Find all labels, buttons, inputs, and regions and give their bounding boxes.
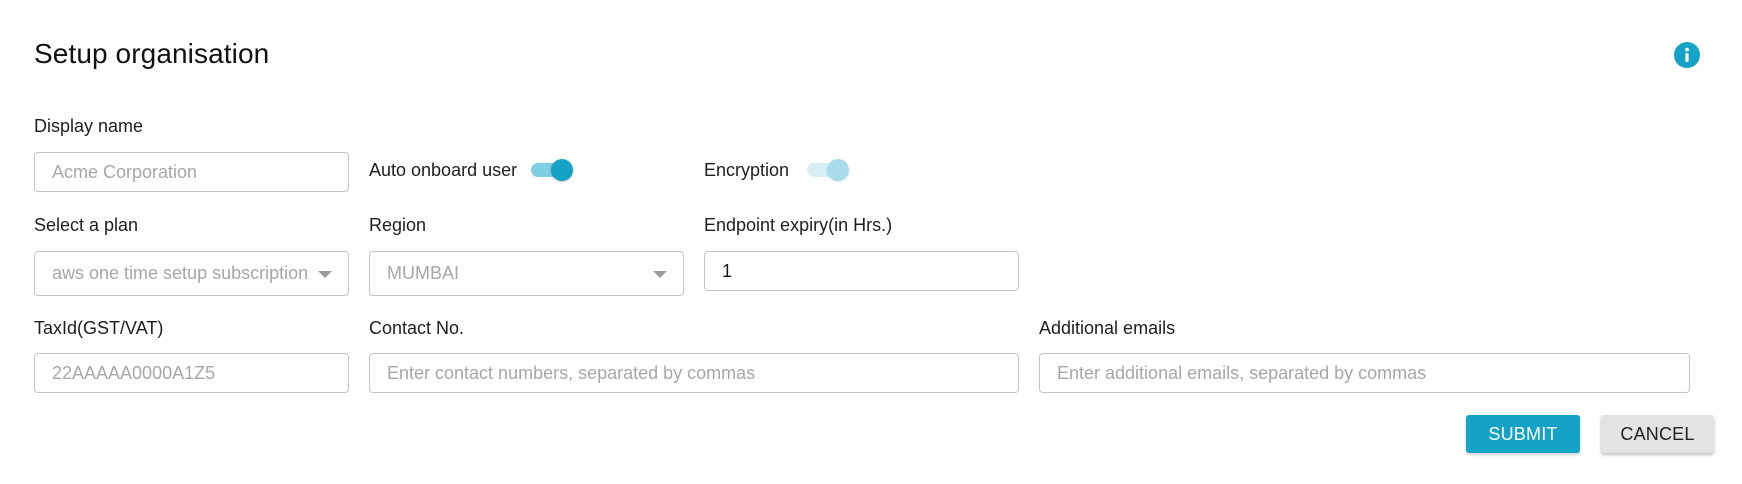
region-select[interactable]: MUMBAI [369, 251, 684, 296]
region-label: Region [369, 215, 427, 235]
submit-button[interactable]: SUBMIT [1466, 415, 1580, 453]
region-select-value: MUMBAI [387, 263, 459, 283]
plan-select-value: aws one time setup subscription [52, 263, 309, 283]
auto-onboard-toggle[interactable] [529, 158, 573, 182]
encryption-label: Encryption [704, 160, 790, 180]
endpoint-expiry-value: 1 [722, 260, 733, 281]
endpoint-expiry-label: Endpoint expiry(in Hrs.) [704, 215, 893, 235]
info-icon[interactable] [1674, 42, 1700, 68]
display-name-placeholder: Acme Corporation [52, 161, 198, 182]
contact-placeholder: Enter contact numbers, separated by comm… [387, 362, 756, 383]
emails-input[interactable]: Enter additional emails, separated by co… [1039, 353, 1690, 393]
emails-label: Additional emails [1039, 318, 1176, 338]
endpoint-expiry-input[interactable]: 1 [704, 251, 1019, 291]
contact-label: Contact No. [369, 318, 465, 338]
chevron-down-icon [318, 270, 332, 278]
tax-id-placeholder: 22AAAAA0000A1Z5 [52, 362, 216, 383]
auto-onboard-label: Auto onboard user [369, 160, 518, 180]
toggle-thumb [827, 159, 849, 181]
plan-label: Select a plan [34, 215, 139, 235]
page-title: Setup organisation [34, 38, 270, 69]
encryption-toggle[interactable] [805, 158, 849, 182]
tax-id-input[interactable]: 22AAAAA0000A1Z5 [34, 353, 349, 393]
toggle-thumb [551, 159, 573, 181]
plan-select[interactable]: aws one time setup subscription [34, 251, 349, 296]
cancel-button[interactable]: CANCEL [1601, 415, 1714, 453]
tax-id-label: TaxId(GST/VAT) [34, 318, 164, 338]
display-name-input[interactable]: Acme Corporation [34, 152, 349, 192]
contact-input[interactable]: Enter contact numbers, separated by comm… [369, 353, 1019, 393]
chevron-down-icon [653, 270, 667, 278]
display-name-label: Display name [34, 116, 144, 136]
emails-placeholder: Enter additional emails, separated by co… [1057, 362, 1427, 383]
